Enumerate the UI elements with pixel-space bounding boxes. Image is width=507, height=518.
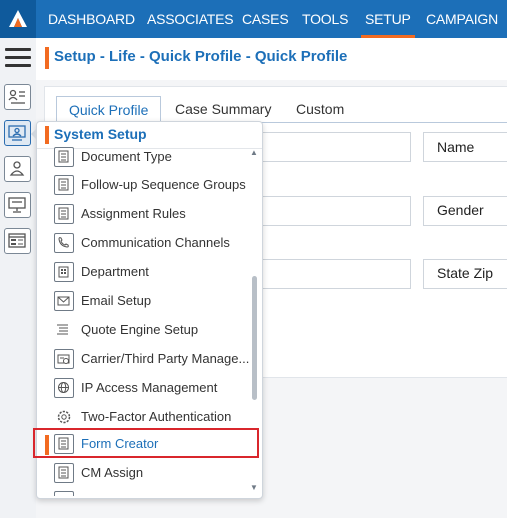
logo-icon bbox=[9, 10, 27, 27]
dropdown-scrollbar-thumb[interactable] bbox=[252, 276, 257, 400]
header-accent-bar bbox=[45, 126, 49, 144]
building-icon bbox=[54, 262, 74, 282]
menu-item-label: Department bbox=[81, 264, 149, 279]
scroll-down-arrow-icon[interactable]: ▼ bbox=[250, 483, 258, 492]
name-label: Name bbox=[437, 139, 475, 155]
menu-item-carrier-third-party-management[interactable]: Carrier/Third Party Manage... bbox=[37, 346, 252, 374]
nav-tools[interactable]: TOOLS bbox=[302, 0, 348, 38]
globe-icon bbox=[54, 378, 74, 398]
menu-item-label: Carrier/Third Party Manage... bbox=[81, 351, 250, 366]
left-icon-rail bbox=[0, 38, 36, 518]
monitor-icon[interactable] bbox=[4, 192, 31, 218]
menu-item-label: Assignment Rules bbox=[81, 206, 186, 221]
menu-item-ip-access-management[interactable]: IP Access Management bbox=[37, 375, 252, 403]
menu-item-cm-assign[interactable]: CM Assign bbox=[37, 460, 252, 488]
menu-item-partial bbox=[37, 488, 252, 496]
document-icon bbox=[54, 175, 74, 195]
state-zip-label: State Zip bbox=[437, 265, 494, 281]
gear-icon bbox=[54, 407, 74, 427]
carrier-icon bbox=[54, 349, 74, 369]
menu-item-department[interactable]: Department bbox=[37, 259, 252, 287]
breadcrumb-accent-bar bbox=[45, 47, 49, 69]
menu-item-document-type[interactable]: Document Type bbox=[37, 144, 252, 172]
document-icon bbox=[54, 491, 74, 496]
menu-item-assignment-rules[interactable]: Assignment Rules bbox=[37, 201, 252, 229]
hamburger-menu-icon[interactable] bbox=[5, 48, 31, 68]
scroll-up-arrow-icon[interactable]: ▲ bbox=[250, 148, 258, 157]
list-icon bbox=[54, 320, 74, 340]
menu-item-communication-channels[interactable]: Communication Channels bbox=[37, 230, 252, 258]
form-creator-highlight-box bbox=[33, 428, 259, 458]
tab-case-summary[interactable]: Case Summary bbox=[163, 96, 283, 122]
menu-item-label: Document Type bbox=[81, 149, 172, 164]
nav-setup[interactable]: SETUP bbox=[361, 0, 415, 38]
phone-icon bbox=[54, 233, 74, 253]
tab-custom[interactable]: Custom bbox=[284, 96, 356, 122]
menu-item-label: Communication Channels bbox=[81, 235, 230, 250]
menu-item-email-setup[interactable]: Email Setup bbox=[37, 288, 252, 316]
top-navigation-bar: DASHBOARD ASSOCIATES CASES TOOLS SETUP C… bbox=[0, 0, 507, 38]
dropdown-title: System Setup bbox=[54, 126, 147, 142]
menu-item-label: Two-Factor Authentication bbox=[81, 409, 232, 424]
nav-dashboard[interactable]: DASHBOARD bbox=[48, 0, 135, 38]
email-icon bbox=[54, 291, 74, 311]
document-icon bbox=[54, 463, 74, 483]
app-logo[interactable] bbox=[0, 0, 36, 38]
user-icon[interactable] bbox=[4, 156, 31, 182]
menu-item-label: Email Setup bbox=[81, 293, 152, 308]
document-icon bbox=[54, 147, 74, 167]
profile-list-icon[interactable] bbox=[4, 84, 31, 110]
field-input-1[interactable] bbox=[255, 132, 411, 162]
menu-item-follow-up-sequence-groups[interactable]: Follow-up Sequence Groups bbox=[37, 172, 252, 200]
document-icon bbox=[54, 204, 74, 224]
field-input-3[interactable] bbox=[255, 259, 411, 289]
field-input-2[interactable] bbox=[255, 196, 411, 226]
menu-item-quote-engine-setup[interactable]: Quote Engine Setup bbox=[37, 317, 252, 345]
breadcrumb-text: Setup - Life - Quick Profile - Quick Pro… bbox=[54, 48, 348, 65]
nav-associates[interactable]: ASSOCIATES bbox=[147, 0, 234, 38]
menu-item-label: CM Assign bbox=[81, 465, 144, 480]
menu-item-label: IP Access Management bbox=[81, 380, 218, 395]
gender-label: Gender bbox=[437, 202, 484, 218]
form-window-icon[interactable] bbox=[4, 228, 31, 254]
tab-quick-profile[interactable]: Quick Profile bbox=[56, 96, 162, 123]
menu-item-label: Quote Engine Setup bbox=[81, 322, 199, 337]
menu-item-label: Follow-up Sequence Groups bbox=[81, 177, 246, 192]
nav-cases[interactable]: CASES bbox=[242, 0, 289, 38]
breadcrumb: Setup - Life - Quick Profile - Quick Pro… bbox=[36, 38, 507, 80]
system-setup-icon[interactable] bbox=[4, 120, 31, 146]
nav-campaign[interactable]: CAMPAIGN bbox=[426, 0, 498, 38]
